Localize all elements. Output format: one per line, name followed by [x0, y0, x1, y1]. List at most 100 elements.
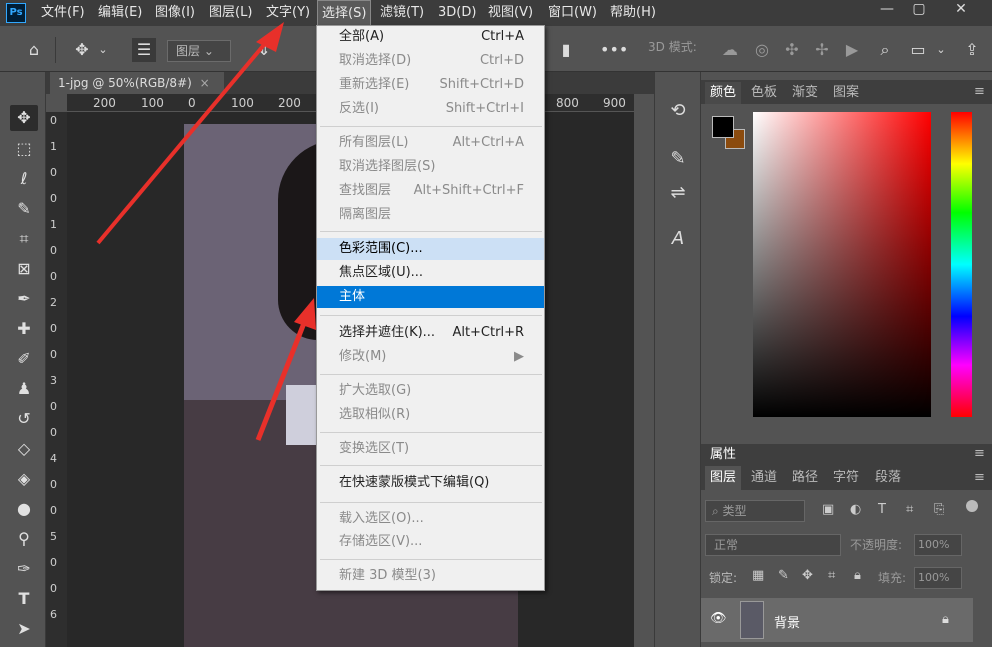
filter-pixel-icon[interactable]: ▣	[822, 502, 834, 517]
search-icon[interactable]: ⌕	[873, 38, 897, 62]
menu-item[interactable]: 焦点区域(U)...	[317, 262, 544, 284]
menu-filter[interactable]: 滤镜(T)	[376, 0, 428, 26]
quick-select-tool-icon[interactable]: ✎	[10, 196, 38, 222]
tab-paths[interactable]: 路径	[787, 466, 823, 490]
menu-item[interactable]: 选择并遮住(K)... Alt+Ctrl+R	[317, 322, 544, 344]
maximize-icon[interactable]: ▢	[904, 0, 934, 20]
lock-artboard-icon[interactable]: ⌗	[828, 568, 835, 583]
menu-item[interactable]: 扩大选取(G)	[317, 380, 544, 402]
minimize-icon[interactable]: —	[872, 0, 902, 20]
move-icon[interactable]: ✥	[70, 38, 94, 62]
lasso-tool-icon[interactable]: ℓ	[10, 166, 38, 192]
color-picker-field[interactable]	[753, 112, 931, 417]
menu-item[interactable]: 载入选区(O)...	[317, 508, 544, 530]
tab-color[interactable]: 颜色	[705, 82, 742, 104]
properties-title[interactable]: 属性	[710, 444, 736, 466]
transform-controls-icon[interactable]: ⇕	[252, 38, 276, 62]
lock-transparent-icon[interactable]: ▦	[752, 568, 764, 583]
blend-mode-dropdown[interactable]: 正常	[705, 534, 841, 556]
filter-smart-object-icon[interactable]: ⎘	[934, 502, 944, 517]
menu-item[interactable]: 选取相似(R)	[317, 404, 544, 426]
foreground-color-swatch[interactable]	[712, 116, 734, 138]
marquee-tool-icon[interactable]: ⬚	[10, 136, 38, 162]
3d-pan-icon[interactable]: ✣	[780, 38, 804, 62]
home-icon[interactable]: ⌂	[22, 38, 46, 62]
tab-gradients[interactable]: 渐变	[787, 82, 823, 104]
opacity-field[interactable]: 100%	[914, 534, 962, 556]
menu-item[interactable]: 取消选择图层(S)	[317, 156, 544, 178]
menu-item[interactable]: 反选(I) Shift+Ctrl+I	[317, 98, 544, 120]
chevron-down-icon[interactable]: ⌄	[96, 38, 110, 62]
fill-field[interactable]: 100%	[914, 567, 962, 589]
history-brush-icon[interactable]: ↺	[10, 406, 38, 432]
lock-position-icon[interactable]: ✥	[802, 568, 813, 583]
menu-layer[interactable]: 图层(L)	[205, 0, 256, 26]
menu-type[interactable]: 文字(Y)	[262, 0, 314, 26]
auto-select-icon[interactable]: ☰	[132, 38, 156, 62]
menu-view[interactable]: 视图(V)	[484, 0, 537, 26]
layers-menu-icon[interactable]: ≡	[974, 470, 985, 485]
menu-item[interactable]: 全部(A) Ctrl+A	[317, 26, 544, 48]
menu-item[interactable]: 色彩范围(C)...	[317, 238, 544, 260]
glyphs-panel-icon[interactable]: A	[666, 228, 690, 249]
stamp-tool-icon[interactable]: ♟	[10, 376, 38, 402]
menu-item[interactable]: 修改(M) ▶	[317, 346, 544, 368]
filter-shape-icon[interactable]: ⌗	[906, 502, 913, 517]
3d-slide-icon[interactable]: ✢	[810, 38, 834, 62]
brush-settings-icon[interactable]: ✎	[666, 148, 690, 169]
healing-tool-icon[interactable]: ✚	[10, 316, 38, 342]
menu-edit[interactable]: 编辑(E)	[94, 0, 146, 26]
menu-3d[interactable]: 3D(D)	[434, 0, 480, 26]
tab-patterns[interactable]: 图案	[828, 82, 864, 104]
frame-tool-icon[interactable]: ⊠	[10, 256, 38, 282]
panel-menu-icon[interactable]: ≡	[974, 84, 985, 99]
layer-filter-dropdown[interactable]: ⌕ 类型	[705, 500, 805, 522]
adjustments-icon[interactable]: ⇌	[666, 182, 690, 203]
visibility-eye-icon[interactable]: 👁︎	[710, 611, 727, 626]
lock-image-icon[interactable]: ✎	[778, 568, 789, 583]
eraser-tool-icon[interactable]: ◇	[10, 436, 38, 462]
crop-tool-icon[interactable]: ⌗	[10, 226, 38, 252]
blur-tool-icon[interactable]: ●	[10, 496, 38, 522]
close-tab-icon[interactable]: ×	[200, 76, 210, 90]
menu-select[interactable]: 选择(S)	[317, 0, 372, 26]
menu-item[interactable]: 新建 3D 模型(3)	[317, 565, 544, 587]
eyedropper-tool-icon[interactable]: ✒	[10, 286, 38, 312]
tab-character[interactable]: 字符	[828, 466, 864, 490]
tab-paragraph[interactable]: 段落	[870, 466, 906, 490]
workspace-icon[interactable]: ▭	[906, 38, 930, 62]
menu-item[interactable]: 变换选区(T)	[317, 438, 544, 460]
paint-bucket-icon[interactable]: ◈	[10, 466, 38, 492]
menu-image[interactable]: 图像(I)	[151, 0, 199, 26]
path-select-icon[interactable]: ➤	[10, 616, 38, 642]
auto-select-dropdown[interactable]: 图层 ⌄	[167, 40, 231, 62]
3d-camera-icon[interactable]: ▶	[840, 38, 864, 62]
pen-tool-icon[interactable]: ✑	[10, 556, 38, 582]
hue-slider[interactable]	[951, 112, 972, 417]
align-icon[interactable]: ▮	[556, 38, 576, 62]
menu-item[interactable]: 在快速蒙版模式下编辑(Q)	[317, 472, 544, 494]
filter-adjustment-icon[interactable]: ◐	[850, 502, 861, 517]
menu-help[interactable]: 帮助(H)	[606, 0, 660, 26]
history-panel-icon[interactable]: ⟲	[666, 100, 690, 121]
layer-thumbnail[interactable]	[740, 601, 764, 639]
share-icon[interactable]: ⇪	[960, 38, 984, 62]
3d-orbit-icon[interactable]: ☁	[718, 38, 742, 62]
dodge-tool-icon[interactable]: ⚲	[10, 526, 38, 552]
3d-roll-icon[interactable]: ◎	[750, 38, 774, 62]
type-tool-icon[interactable]: T	[10, 586, 38, 612]
filter-toggle[interactable]	[966, 500, 978, 512]
tab-swatches[interactable]: 色板	[746, 82, 782, 104]
more-options-icon[interactable]: •••	[600, 38, 628, 62]
workspace-chevron-icon[interactable]: ⌄	[934, 38, 948, 62]
menu-item[interactable]: 取消选择(D) Ctrl+D	[317, 50, 544, 72]
menu-item[interactable]: 所有图层(L) Alt+Ctrl+A	[317, 132, 544, 154]
tab-channels[interactable]: 通道	[746, 466, 782, 490]
close-window-icon[interactable]: ✕	[946, 0, 976, 20]
menu-file[interactable]: 文件(F)	[37, 0, 89, 26]
brush-tool-icon[interactable]: ✐	[10, 346, 38, 372]
filter-type-icon[interactable]: T	[878, 502, 886, 517]
menu-item[interactable]: 重新选择(E) Shift+Ctrl+D	[317, 74, 544, 96]
properties-menu-icon[interactable]: ≡	[974, 446, 985, 461]
menu-item[interactable]: 查找图层 Alt+Shift+Ctrl+F	[317, 180, 544, 202]
